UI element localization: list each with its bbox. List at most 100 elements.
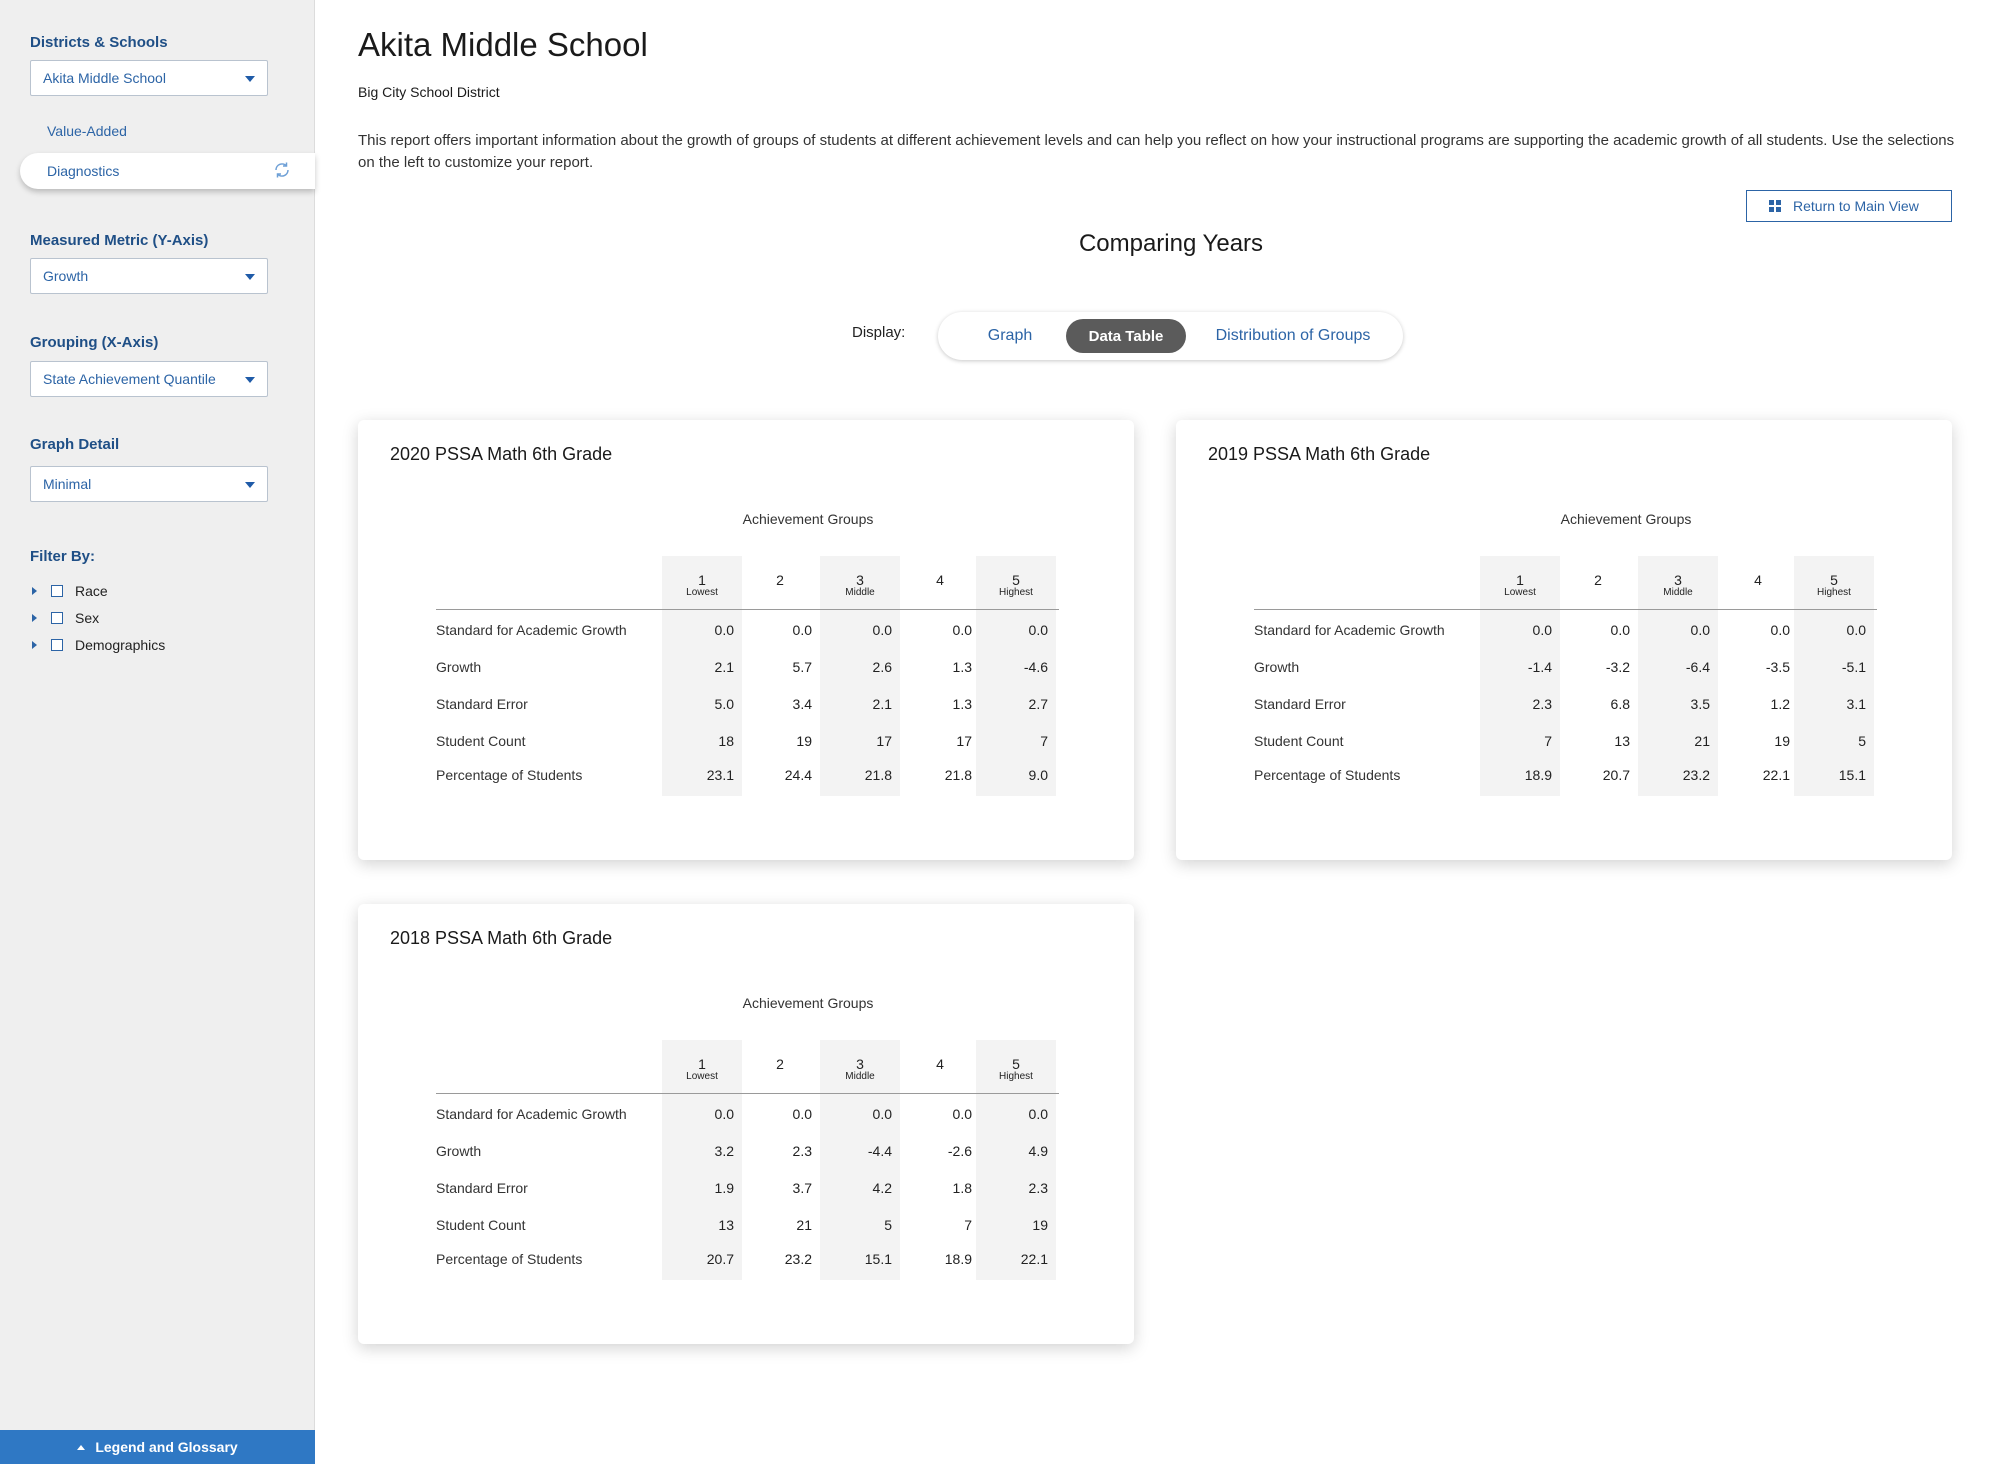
- table-cell: 0.0: [1770, 622, 1790, 638]
- sex-checkbox[interactable]: [51, 612, 63, 624]
- section-title: Comparing Years: [1078, 230, 1264, 257]
- table-cell: 1.3: [952, 659, 972, 675]
- column-header: 1: [698, 1056, 706, 1072]
- filter-race[interactable]: Race: [32, 582, 108, 600]
- table-cell: 21.8: [864, 767, 892, 783]
- table-cell: 0.0: [1028, 1106, 1048, 1122]
- legend-glossary-button[interactable]: Legend and Glossary: [0, 1430, 315, 1464]
- table-cell: 18.9: [1524, 767, 1552, 783]
- caret-right-icon[interactable]: [32, 614, 37, 622]
- grouping-select[interactable]: State Achievement Quantile: [30, 361, 268, 397]
- legend-glossary-label: Legend and Glossary: [95, 1439, 238, 1455]
- column-subheader: Lowest: [686, 1071, 718, 1082]
- table-cell: 3.1: [1846, 696, 1866, 712]
- row-label: Standard for Academic Growth: [436, 1106, 627, 1122]
- card-title: 2018 PSSA Math 6th Grade: [390, 928, 613, 948]
- table-cell: 21: [1694, 733, 1710, 749]
- row-label: Standard Error: [436, 696, 528, 712]
- row-label: Standard Error: [1254, 696, 1346, 712]
- column-subheader: Highest: [999, 1071, 1033, 1082]
- data-table-card: 2020 PSSA Math 6th Grade Achievement Grou…: [358, 420, 1134, 860]
- district-name: Big City School District: [358, 84, 500, 100]
- table-cell: 21: [796, 1217, 812, 1233]
- table-cell: 4.2: [872, 1180, 892, 1196]
- table-cell: 2.3: [792, 1143, 812, 1159]
- table-cell: 2.1: [714, 659, 734, 675]
- column-subheader: Middle: [845, 1071, 875, 1082]
- nav-value-added[interactable]: Value-Added: [47, 123, 127, 139]
- table-cell: 3.2: [714, 1143, 734, 1159]
- table-cell: 13: [1614, 733, 1630, 749]
- race-checkbox[interactable]: [51, 585, 63, 597]
- caret-right-icon[interactable]: [32, 587, 37, 595]
- school-select-value: Akita Middle School: [43, 70, 166, 86]
- table-cell: 0.0: [952, 1106, 972, 1122]
- table-cell: 19: [796, 733, 812, 749]
- column-header: 3: [856, 1056, 864, 1072]
- table-cell: 1.9: [714, 1180, 734, 1196]
- districts-schools-label: Districts & Schools: [30, 34, 168, 51]
- card-title: 2019 PSSA Math 6th Grade: [1208, 444, 1431, 464]
- table-cell: -2.6: [947, 1143, 972, 1159]
- table-cell: 0.0: [872, 622, 892, 638]
- column-header: 3: [856, 572, 864, 588]
- table-cell: 17: [956, 733, 972, 749]
- table-cell: 5.0: [714, 696, 734, 712]
- table-cell: 5.7: [792, 659, 812, 675]
- display-data-table-option[interactable]: Data Table: [1066, 319, 1186, 353]
- row-label: Standard for Academic Growth: [436, 622, 627, 638]
- achievement-groups-label: Achievement Groups: [742, 511, 874, 527]
- table-cell: 13: [718, 1217, 734, 1233]
- display-label: Display:: [852, 324, 906, 341]
- detail-select[interactable]: Minimal: [30, 466, 268, 502]
- achievement-groups-label: Achievement Groups: [1560, 511, 1692, 527]
- caret-down-icon: [245, 482, 255, 488]
- table-cell: 0.0: [714, 1106, 734, 1122]
- school-select[interactable]: Akita Middle School: [30, 60, 268, 96]
- table-cell: 0.0: [792, 622, 812, 638]
- table-cell: 23.1: [706, 767, 734, 783]
- table-cell: 3.4: [792, 696, 812, 712]
- table-cell: 18.9: [944, 1251, 972, 1267]
- table-cell: 0.0: [1846, 622, 1866, 638]
- column-header: 2: [1594, 572, 1602, 588]
- display-graph-option[interactable]: Graph: [960, 312, 1060, 360]
- table-cell: 0.0: [1610, 622, 1630, 638]
- column-header: 5: [1012, 572, 1020, 588]
- table-cell: 5: [884, 1217, 892, 1233]
- refresh-icon[interactable]: [273, 161, 291, 179]
- filter-sex[interactable]: Sex: [32, 609, 99, 627]
- column-subheader: Lowest: [686, 587, 718, 598]
- display-distribution-option[interactable]: Distribution of Groups: [1198, 312, 1388, 360]
- card-title: 2020 PSSA Math 6th Grade: [390, 444, 613, 464]
- header-divider: [1254, 609, 1877, 610]
- table-cell: 1.2: [1770, 696, 1790, 712]
- row-label: Standard for Academic Growth: [1254, 622, 1445, 638]
- return-main-view-button[interactable]: Return to Main View: [1746, 190, 1952, 222]
- row-label: Growth: [436, 659, 482, 675]
- metric-select[interactable]: Growth: [30, 258, 268, 294]
- table-cell: 15.1: [864, 1251, 892, 1267]
- detail-select-value: Minimal: [43, 476, 92, 492]
- row-label: Student Count: [436, 1217, 526, 1233]
- table-cell: 7: [964, 1217, 972, 1233]
- return-main-view-label: Return to Main View: [1793, 198, 1919, 214]
- column-header: 4: [936, 572, 944, 588]
- table-cell: 2.3: [1028, 1180, 1048, 1196]
- table-cell: -1.4: [1527, 659, 1552, 675]
- grid-icon: [1769, 200, 1781, 212]
- table-cell: 3.5: [1690, 696, 1710, 712]
- row-label: Standard Error: [436, 1180, 528, 1196]
- column-subheader: Highest: [1817, 587, 1851, 598]
- row-label: Student Count: [1254, 733, 1344, 749]
- filter-demographics[interactable]: Demographics: [32, 636, 165, 654]
- demographics-checkbox[interactable]: [51, 639, 63, 651]
- table-cell: 20.7: [1602, 767, 1630, 783]
- row-label: Percentage of Students: [436, 1251, 583, 1267]
- header-divider: [436, 609, 1059, 610]
- table-cell: 23.2: [784, 1251, 812, 1267]
- column-header: 5: [1830, 572, 1838, 588]
- caret-down-icon: [245, 274, 255, 280]
- nav-diagnostics[interactable]: Diagnostics: [20, 153, 315, 189]
- caret-right-icon[interactable]: [32, 641, 37, 649]
